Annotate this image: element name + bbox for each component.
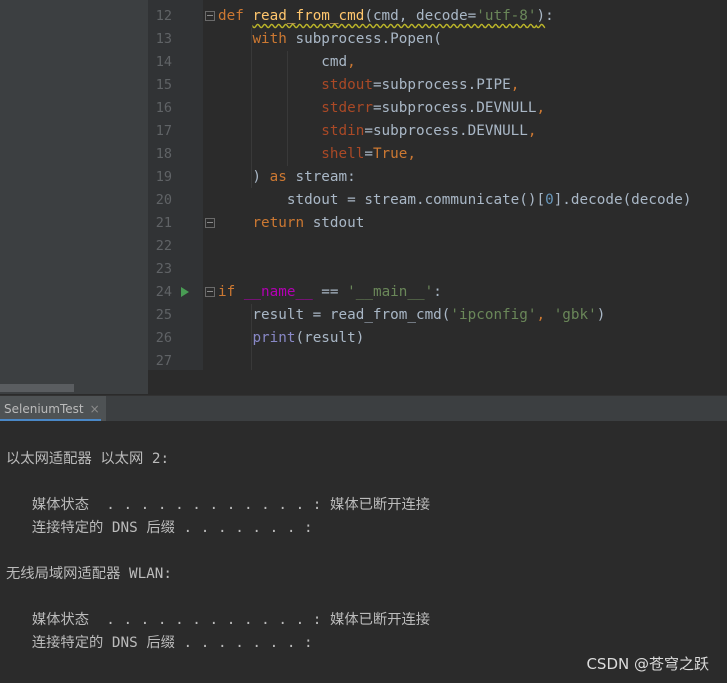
code-line[interactable]: stdout=subprocess.PIPE,	[218, 74, 519, 97]
line-number: 15	[155, 77, 172, 93]
line-number: 14	[155, 54, 172, 70]
line-number: 20	[155, 192, 172, 208]
line-number: 19	[155, 169, 172, 185]
run-tool-header	[0, 395, 727, 421]
console-line: 无线局域网适配器 WLAN:	[6, 566, 173, 582]
code-line[interactable]: stdin=subprocess.DEVNULL,	[218, 120, 536, 143]
project-panel	[0, 0, 148, 384]
code-line[interactable]: cmd,	[218, 51, 355, 74]
code-line[interactable]: with subprocess.Popen(	[218, 28, 441, 51]
code-line[interactable]: def read_from_cmd(cmd, decode='utf-8'):	[218, 5, 554, 28]
console-line: 连接特定的 DNS 后缀 . . . . . . . :	[6, 520, 313, 536]
fold-marker-icon[interactable]	[205, 218, 215, 228]
watermark: CSDN @苍穹之跃	[586, 655, 709, 673]
project-panel-scrollbar[interactable]	[0, 384, 74, 392]
line-number: 12	[155, 8, 172, 24]
code-line[interactable]: shell=True,	[218, 143, 416, 166]
line-number: 18	[155, 146, 172, 162]
console-line: 媒体状态 . . . . . . . . . . . . : 媒体已断开连接	[6, 497, 431, 513]
fold-marker-icon[interactable]	[205, 11, 215, 21]
line-number: 24	[155, 284, 172, 300]
code-line[interactable]: print(result)	[218, 327, 364, 350]
line-number: 26	[155, 330, 172, 346]
console-line: 媒体状态 . . . . . . . . . . . . : 媒体已断开连接	[6, 612, 431, 628]
tab-label: SeleniumTest	[4, 401, 84, 416]
run-triangle-icon[interactable]	[181, 287, 189, 297]
line-number: 16	[155, 100, 172, 116]
code-line[interactable]: if __name__ == '__main__':	[218, 281, 442, 304]
code-line[interactable]: ) as stream:	[218, 166, 355, 189]
line-number: 23	[155, 261, 172, 277]
line-number: 17	[155, 123, 172, 139]
line-number: 21	[155, 215, 172, 231]
code-line[interactable]: result = read_from_cmd('ipconfig', 'gbk'…	[218, 304, 605, 327]
close-icon[interactable]: ×	[90, 402, 100, 416]
line-number: 25	[155, 307, 172, 323]
line-number: 27	[155, 353, 172, 369]
code-line[interactable]: stderr=subprocess.DEVNULL,	[218, 97, 545, 120]
code-line[interactable]: return stdout	[218, 212, 364, 235]
line-number: 22	[155, 238, 172, 254]
console-line: 以太网适配器 以太网 2:	[6, 451, 170, 467]
editor-bottom-area	[148, 370, 727, 394]
code-line[interactable]: stdout = stream.communicate()[0].decode(…	[218, 189, 692, 212]
tab-selenium-test[interactable]: SeleniumTest ×	[0, 396, 106, 421]
console-line: 连接特定的 DNS 后缀 . . . . . . . :	[6, 635, 313, 651]
line-number: 13	[155, 31, 172, 47]
fold-marker-icon[interactable]	[205, 287, 215, 297]
